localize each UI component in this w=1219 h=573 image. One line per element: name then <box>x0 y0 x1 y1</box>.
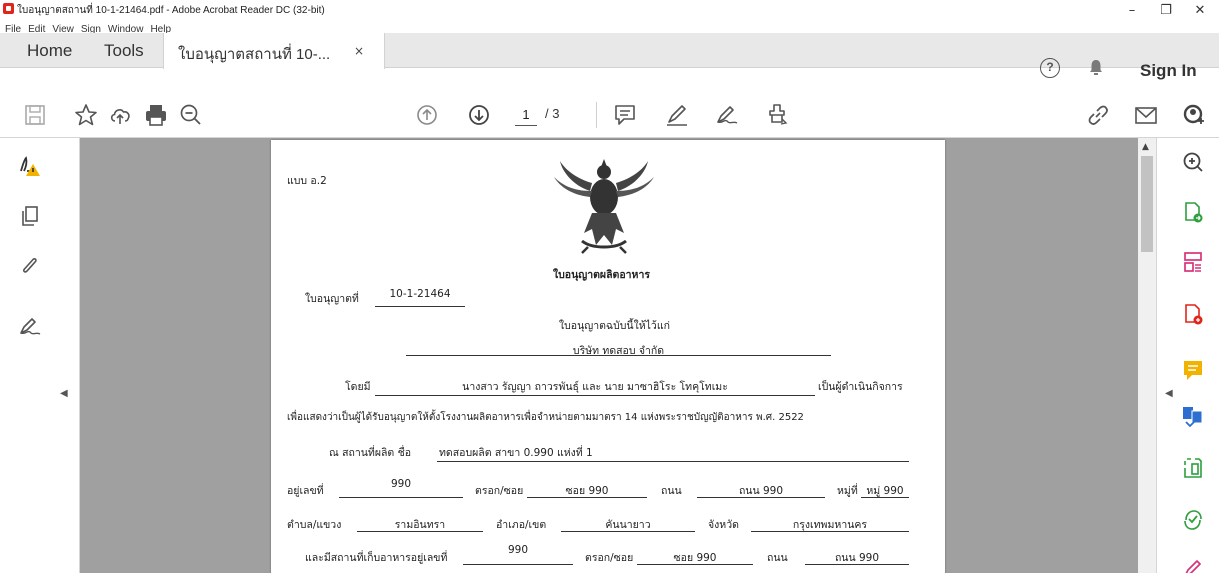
help-icon[interactable]: ? <box>1040 58 1060 78</box>
address-amphoe-label: อำเภอ/เขต <box>496 519 547 531</box>
create-pdf-icon[interactable] <box>1181 302 1205 326</box>
toolbar-separator <box>596 102 597 128</box>
add-user-icon[interactable] <box>1181 102 1207 128</box>
page-number-input[interactable]: 1 <box>515 104 537 126</box>
email-icon[interactable] <box>1133 102 1159 128</box>
tab-document[interactable]: ใบอนุญาตสถานที่ 10-... × <box>163 33 385 69</box>
premises-value: ทดสอบผลิต สาขา 0.990 แห่งที่ 1 <box>439 447 593 459</box>
restore-button[interactable]: ❐ <box>1152 4 1180 20</box>
star-icon[interactable] <box>73 102 99 128</box>
tab-tools[interactable]: Tools <box>104 41 144 61</box>
fill-sign-icon[interactable] <box>714 102 740 128</box>
window-title: ใบอนุญาตสถานที่ 10-1-21464.pdf - Adobe A… <box>17 5 325 16</box>
zoom-out-icon[interactable] <box>178 102 204 128</box>
address-tambon-label: ตำบล/แขวง <box>287 519 342 531</box>
close-tab-button[interactable]: × <box>354 44 364 58</box>
comment-icon[interactable] <box>612 102 638 128</box>
scroll-up-icon[interactable]: ▲ <box>1142 142 1149 152</box>
title-bar: ใบอนุญาตสถานที่ 10-1-21464.pdf - Adobe A… <box>0 0 1219 20</box>
storage-soi-label: ตรอก/ซอย <box>585 552 634 564</box>
operators-value: นางสาว รัญญา ถาวรพันธุ์ และ นาย มาซาฮิโร… <box>462 381 728 393</box>
storage-label: และมีสถานที่เก็บอาหารอยู่เลขที่ <box>305 552 448 564</box>
print-icon[interactable] <box>143 102 169 128</box>
address-province-label: จังหวัด <box>708 519 739 531</box>
collapse-right-panel-icon[interactable]: ◀ <box>1165 388 1175 402</box>
scrollbar-thumb[interactable] <box>1141 156 1153 252</box>
license-no-label: ใบอนุญาตที่ <box>305 293 359 305</box>
operator-suffix: เป็นผู้ดำเนินกิจการ <box>818 381 903 393</box>
document-canvas[interactable]: แบบ อ.2 ใบอนุญาตผลิตอาหาร ใบอนุญาตที่ 10… <box>80 138 1138 573</box>
sign-in-link[interactable]: Sign In <box>1140 61 1197 81</box>
license-no-value: 10-1-21464 <box>389 288 451 300</box>
minimize-button[interactable]: – <box>1118 4 1146 20</box>
address-road-value: ถนน 990 <box>738 485 784 497</box>
address-province-value: กรุงเทพมหานคร <box>792 519 868 531</box>
address-no-label: อยู่เลขที่ <box>287 485 324 497</box>
pages-icon[interactable] <box>18 204 42 228</box>
export-pdf-icon[interactable] <box>1181 200 1205 224</box>
combine-files-icon[interactable] <box>1181 404 1205 428</box>
share-link-icon[interactable] <box>1085 102 1111 128</box>
organize-pages-icon[interactable] <box>1181 250 1205 274</box>
page-total: / 3 <box>545 106 560 121</box>
address-moo-value: หมู่ 990 <box>866 485 904 497</box>
bell-icon[interactable] <box>1088 59 1104 76</box>
highlight-pen-icon[interactable] <box>664 102 690 128</box>
tab-document-label: ใบอนุญาตสถานที่ 10-... <box>178 46 331 63</box>
sign-icon[interactable] <box>18 314 42 338</box>
address-tambon-value: รามอินทรา <box>394 519 446 531</box>
next-page-icon[interactable] <box>466 102 492 128</box>
address-road-label: ถนน <box>661 485 682 497</box>
address-amphoe-value: คันนายาว <box>605 519 651 531</box>
stamp-icon[interactable] <box>764 102 790 128</box>
form-code: แบบ อ.2 <box>287 175 327 187</box>
address-moo-label: หมู่ที่ <box>837 485 858 497</box>
acrobat-window: ใบอนุญาตสถานที่ 10-1-21464.pdf - Adobe A… <box>0 0 1219 573</box>
garuda-emblem <box>554 159 654 254</box>
cloud-upload-icon[interactable] <box>108 102 134 128</box>
signature-warning-icon[interactable] <box>18 154 42 178</box>
address-no-value: 990 <box>390 478 412 490</box>
license-statement: เพื่อแสดงว่าเป็นผู้ได้รับอนุญาตให้ตั้งโร… <box>287 412 804 423</box>
zoom-in-icon[interactable] <box>1181 150 1205 174</box>
pdf-page: แบบ อ.2 ใบอนุญาตผลิตอาหาร ใบอนุญาตที่ 10… <box>271 140 945 573</box>
storage-no-value: 990 <box>507 544 529 556</box>
company-value: บริษัท ทดสอบ จำกัด <box>572 345 665 357</box>
right-tools-panel: ◀ <box>1156 138 1219 573</box>
document-heading: ใบอนุญาตผลิตอาหาร <box>553 269 651 281</box>
storage-road-value: ถนน 990 <box>834 552 880 564</box>
issued-to-label: ใบอนุญาตฉบับนี้ให้ไว้แก่ <box>559 320 670 332</box>
save-icon[interactable] <box>22 102 48 128</box>
left-navigation-panel: ◀ <box>0 138 80 573</box>
send-for-review-icon[interactable] <box>1181 508 1205 532</box>
attachment-icon[interactable] <box>18 254 42 278</box>
fill-and-sign-icon[interactable] <box>1181 556 1205 573</box>
collapse-left-panel-icon[interactable]: ◀ <box>60 388 70 402</box>
acrobat-logo-icon <box>3 3 14 14</box>
address-soi-label: ตรอก/ซอย <box>475 485 524 497</box>
by-label: โดยมี <box>345 381 371 393</box>
comment-tool-icon[interactable] <box>1181 358 1205 382</box>
vertical-scrollbar[interactable]: ▲ <box>1138 138 1156 573</box>
tab-bar: Home Tools ใบอนุญาตสถานที่ 10-... × <box>0 33 1219 92</box>
address-soi-value: ซอย 990 <box>565 485 609 497</box>
close-window-button[interactable]: ✕ <box>1186 4 1214 20</box>
storage-road-label: ถนน <box>767 552 788 564</box>
compress-pdf-icon[interactable] <box>1181 456 1205 480</box>
tab-home[interactable]: Home <box>27 41 72 61</box>
storage-soi-value: ซอย 990 <box>673 552 717 564</box>
previous-page-icon[interactable] <box>414 102 440 128</box>
premises-label: ณ สถานที่ผลิต ชื่อ <box>329 447 412 459</box>
toolbar: 1 / 3 <box>0 92 1219 138</box>
